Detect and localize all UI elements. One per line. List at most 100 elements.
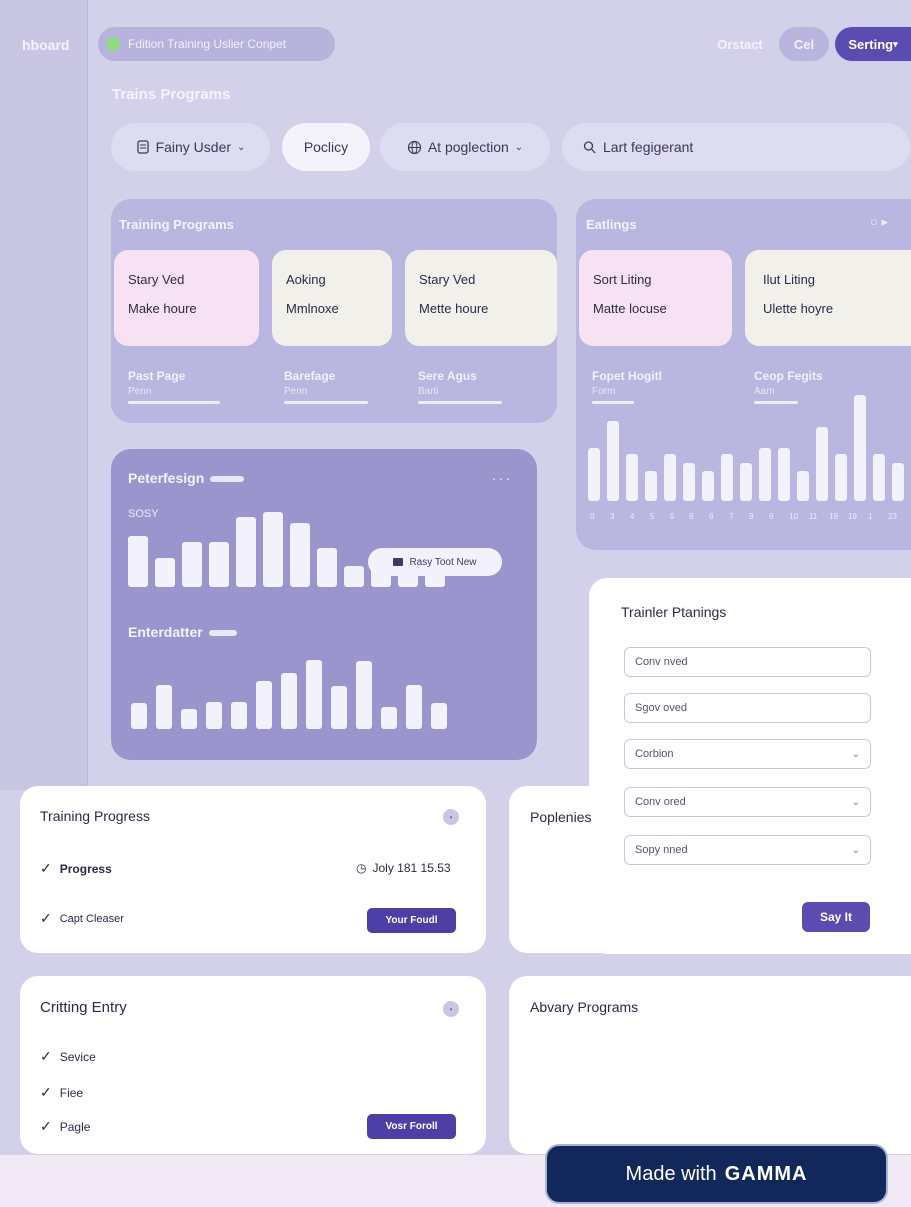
metric-line bbox=[128, 401, 220, 404]
check-icon: ✓ bbox=[40, 1118, 52, 1134]
status-text: Fdition Training Uslier Conpet bbox=[128, 37, 287, 51]
your-found-button[interactable]: Your Foudl bbox=[367, 908, 456, 933]
contact-link[interactable]: Orstact bbox=[707, 27, 773, 61]
card-subtitle: Matte locuse bbox=[593, 301, 667, 316]
nav-dashboard-link[interactable]: hboard bbox=[22, 37, 69, 53]
filter-at-poglection[interactable]: At poglection ⌄ bbox=[380, 123, 550, 171]
performance-top-bar bbox=[263, 512, 283, 587]
earnings-bar bbox=[759, 448, 771, 501]
earnings-bar bbox=[816, 427, 828, 501]
critting-item[interactable]: ✓ Pagle bbox=[40, 1118, 90, 1135]
program-sub-metric: Barefage Penn bbox=[284, 369, 368, 404]
your-form-button[interactable]: Vosr Foroll bbox=[367, 1114, 456, 1139]
program-card[interactable]: Stary Ved Mette houre bbox=[405, 250, 557, 346]
title-pill bbox=[208, 630, 237, 637]
search-filter[interactable]: Lart fegigerant bbox=[562, 123, 910, 171]
training-progress-title: Training Progress bbox=[40, 808, 150, 824]
trainer-select[interactable]: Corbion ⌄ bbox=[624, 739, 871, 769]
x-tick-label: 3 bbox=[610, 512, 615, 521]
item-label: Sevice bbox=[59, 1049, 96, 1064]
performance-top-bar bbox=[182, 542, 202, 587]
card-subtitle: Make houre bbox=[128, 301, 197, 316]
filter-training-user[interactable]: Fainy Usder ⌄ bbox=[111, 123, 270, 171]
earnings-bar bbox=[835, 454, 847, 501]
x-tick-label: 6 bbox=[709, 512, 714, 521]
chevron-down-icon: ⌄ bbox=[851, 796, 860, 808]
metric-title: Fopet Hogitl bbox=[592, 369, 662, 383]
trainer-field[interactable]: Sgov oved bbox=[624, 693, 871, 723]
trainer-field[interactable]: Conv nved bbox=[624, 647, 871, 677]
earnings-bar bbox=[740, 463, 752, 501]
earnings-x-axis: 0 3 4 5 5 6 6 7 9 9 10 11 19 19 1 23 bbox=[590, 512, 908, 526]
earnings-bar bbox=[873, 454, 885, 501]
filter-label: Poclicy bbox=[303, 139, 349, 155]
earning-card[interactable]: Ilut Liting Ulette hoyre bbox=[745, 250, 911, 346]
clock-icon: ◷ bbox=[356, 861, 367, 875]
performance-bottom-bar bbox=[331, 686, 347, 729]
program-card[interactable]: Aoking Mmlnoxe bbox=[272, 250, 392, 346]
performance-bottom-bar bbox=[381, 707, 397, 729]
field-value: Sopy nned bbox=[635, 844, 688, 856]
item-label: Fiee bbox=[59, 1085, 84, 1100]
earning-card[interactable]: Sort Liting Matte locuse bbox=[579, 250, 732, 346]
earnings-bar bbox=[721, 454, 733, 501]
title-pill bbox=[210, 476, 245, 483]
performance-top-bar bbox=[317, 548, 337, 587]
training-programs-title: Training Programs bbox=[119, 217, 234, 232]
x-tick-label: 9 bbox=[769, 512, 774, 521]
earnings-bar bbox=[645, 471, 657, 501]
item-label: Pagle bbox=[59, 1119, 91, 1134]
card-subtitle: Mmlnoxe bbox=[286, 301, 339, 316]
status-pill[interactable]: Fdition Training Uslier Conpet bbox=[98, 27, 335, 61]
performance-bottom-bar bbox=[431, 703, 447, 729]
x-tick-label: 4 bbox=[630, 512, 635, 521]
check-icon: ✓ bbox=[40, 910, 52, 926]
x-tick-label: 6 bbox=[689, 512, 694, 521]
cel-button[interactable]: Cel bbox=[779, 27, 829, 61]
ready-tool-tag[interactable]: Rasy Toot New bbox=[368, 548, 502, 576]
search-icon bbox=[583, 140, 596, 153]
performance-top-bar bbox=[128, 536, 148, 587]
progress-timestamp: ◷ Joly 181 15.53 bbox=[356, 861, 451, 875]
performance-bottom-bar bbox=[156, 685, 172, 729]
badge-prefix: Made with bbox=[625, 1162, 717, 1185]
info-icon[interactable]: • bbox=[443, 809, 459, 825]
critting-item[interactable]: ✓ Sevice bbox=[40, 1048, 96, 1065]
performance-bottom-bar bbox=[131, 703, 147, 729]
setting-label: Serting bbox=[848, 36, 894, 52]
chevron-down-icon: ⌄ bbox=[851, 748, 860, 760]
critting-item[interactable]: ✓ Fiee bbox=[40, 1084, 83, 1101]
earnings-bar bbox=[683, 463, 695, 501]
metric-line bbox=[418, 401, 502, 404]
performance-bottom-bar bbox=[206, 702, 222, 729]
program-card[interactable]: Stary Ved Make houre bbox=[114, 250, 259, 346]
check-icon: ✓ bbox=[40, 860, 52, 876]
card-subtitle: Ulette hoyre bbox=[763, 301, 834, 316]
trainer-title: Trainler Ptanings bbox=[621, 604, 727, 620]
metric-title: Barefage bbox=[284, 369, 336, 383]
made-with-gamma-badge[interactable]: Made with GAMMA bbox=[545, 1144, 888, 1204]
earnings-title: Eatlings bbox=[586, 217, 637, 232]
info-icon[interactable]: • bbox=[443, 1001, 459, 1017]
row-label: Capt Cleaser bbox=[59, 912, 124, 925]
save-button[interactable]: Say It bbox=[802, 902, 870, 932]
earnings-bar-chart bbox=[588, 395, 908, 501]
program-sub-metric: Sere Agus Barti bbox=[418, 369, 502, 404]
more-icon[interactable]: ··· bbox=[492, 470, 512, 486]
filter-policy[interactable]: Poclicy bbox=[282, 123, 370, 171]
row-label: Progress bbox=[59, 861, 112, 876]
trainer-select[interactable]: Sopy nned ⌄ bbox=[624, 835, 871, 865]
refresh-icon[interactable]: ○ ▸ bbox=[870, 214, 888, 230]
performance-title-text: Peterfesign bbox=[128, 470, 205, 486]
performance-bottom-bar bbox=[231, 702, 247, 729]
page-title: Trains Programs bbox=[112, 86, 231, 103]
x-tick-label: 10 bbox=[789, 512, 798, 521]
setting-button[interactable]: Serting ▾ bbox=[835, 27, 911, 61]
x-tick-label: 1 bbox=[868, 512, 873, 521]
sidebar bbox=[0, 0, 88, 790]
x-tick-label: 7 bbox=[729, 512, 734, 521]
card-subtitle: Mette houre bbox=[419, 301, 489, 316]
x-tick-label: 9 bbox=[749, 512, 754, 521]
trainer-select[interactable]: Conv ored ⌄ bbox=[624, 787, 871, 817]
x-tick-label: 11 bbox=[809, 512, 818, 521]
